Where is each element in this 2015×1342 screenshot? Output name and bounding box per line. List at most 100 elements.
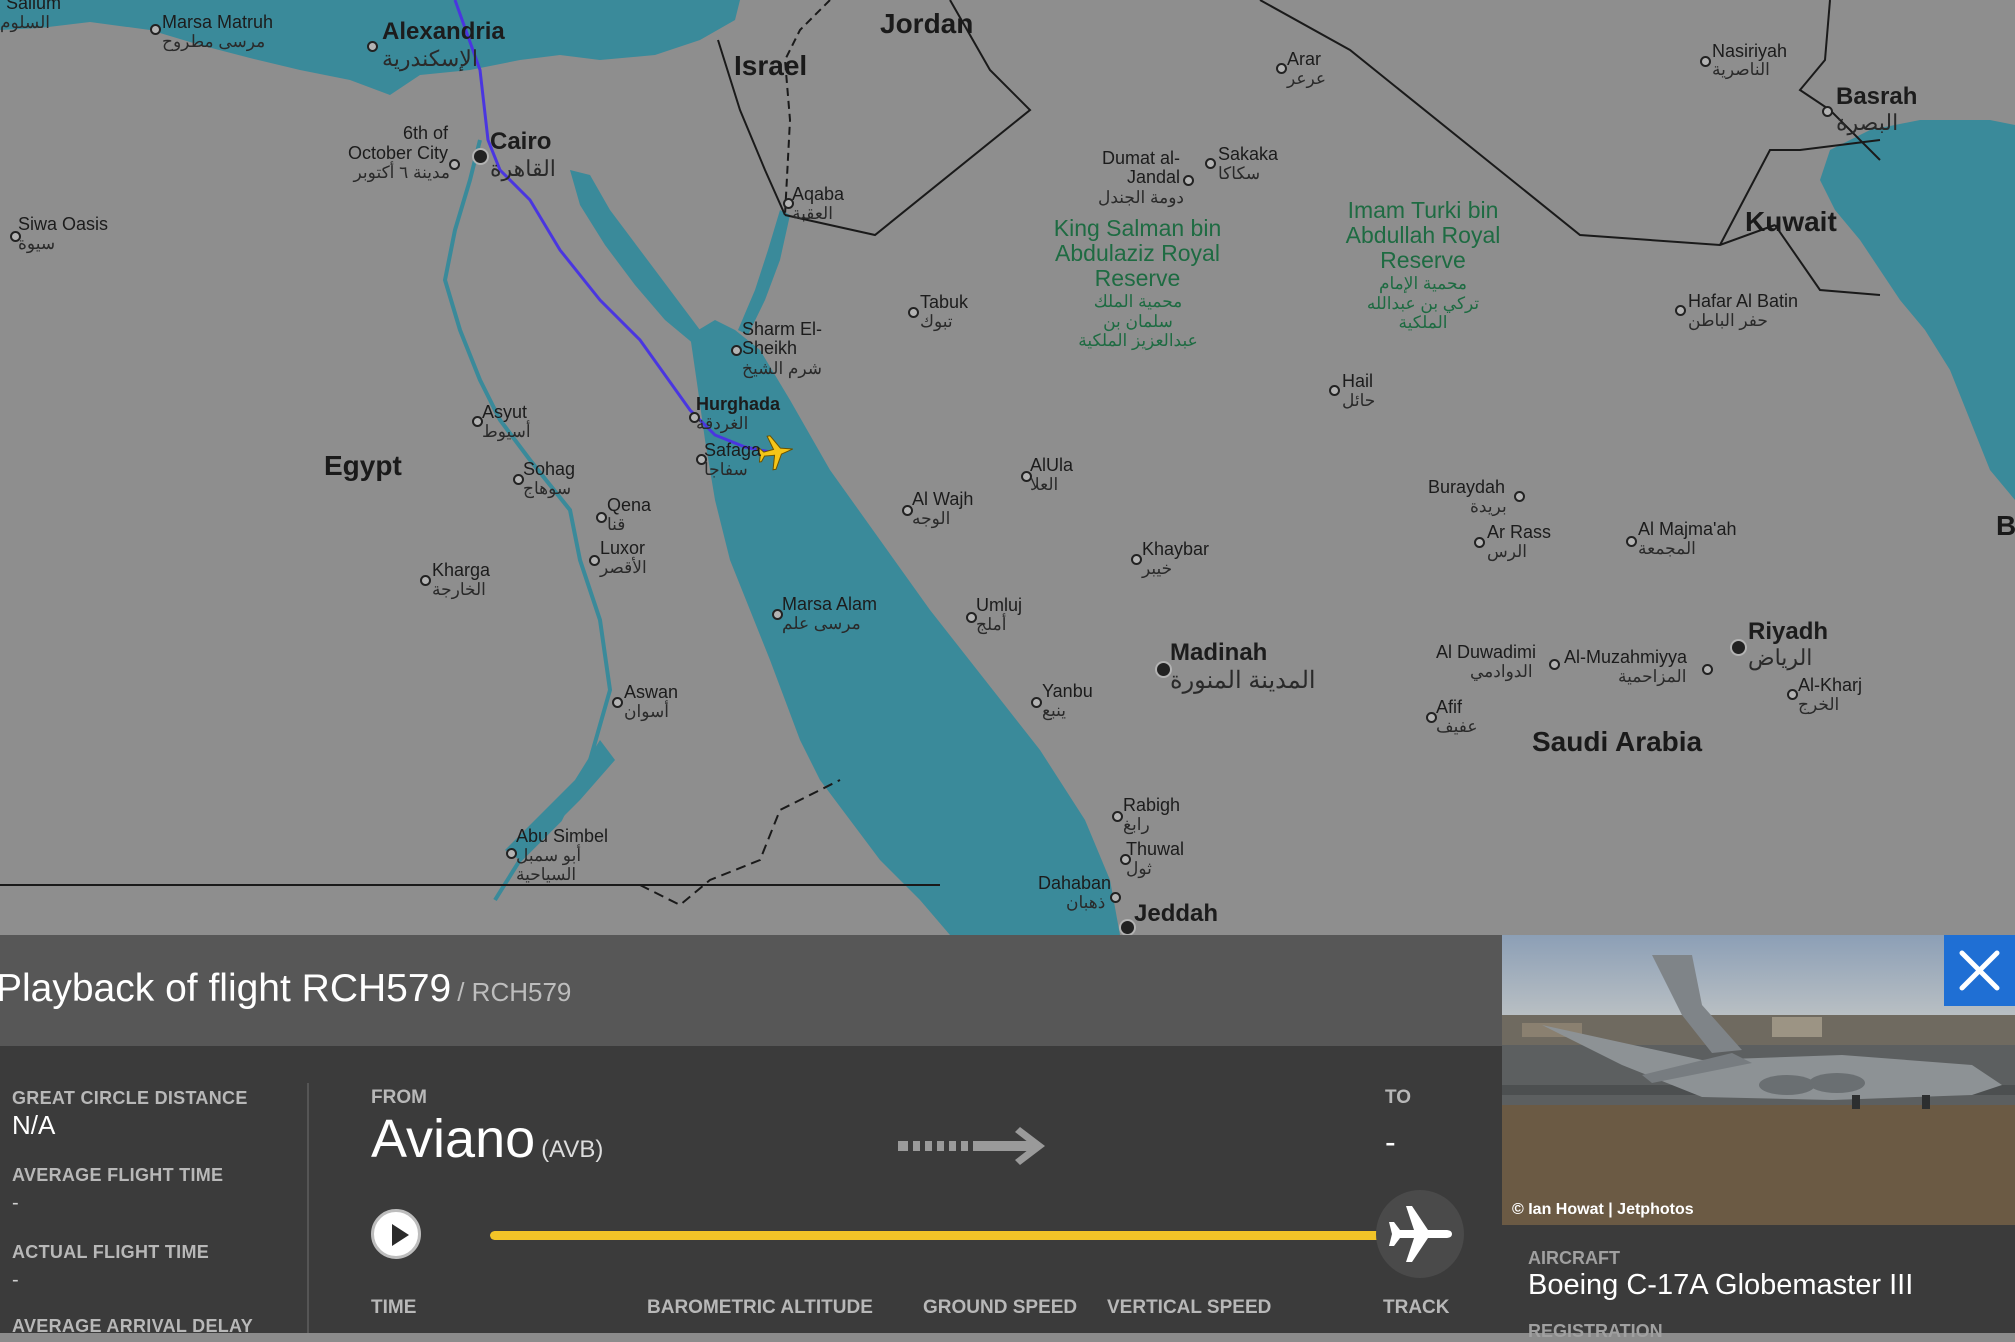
city-label: AlUla (1030, 455, 1074, 475)
registration-label: REGISTRATION (1528, 1321, 1663, 1341)
reserve-label-ar: محمية الملك سلمان بن عبدالعزيز الملكية (1078, 292, 1198, 351)
city-label: Siwa Oasis (18, 214, 109, 234)
city-dot (596, 512, 607, 523)
aircraft-label: AIRCRAFT (1528, 1248, 1620, 1268)
city-label: Al Wajh (912, 489, 974, 509)
close-button[interactable] (1944, 935, 2015, 1006)
city-label: Luxor (600, 538, 646, 558)
city-dot (1822, 106, 1833, 117)
city-dot (1549, 659, 1560, 670)
destination-value: - (1385, 1124, 1396, 1160)
city-label: Sharm El-Sheikh (742, 319, 823, 358)
city-dot (1514, 491, 1525, 502)
city-label-ar: الخرج (1798, 695, 1840, 714)
city-label-ar: قنا (607, 515, 626, 534)
city-label: Aswan (624, 682, 679, 702)
country-label-jordan: Jordan (880, 8, 974, 39)
city-label: Al Duwadimi (1436, 642, 1537, 662)
city-label-ar: العقبة (792, 204, 833, 223)
aircraft-photo[interactable] (1502, 935, 2015, 1225)
airplane-icon (1389, 1206, 1452, 1262)
city-dot (1700, 56, 1711, 67)
stat-value-distance: N/A (12, 1110, 56, 1140)
city-label: Nasiriyah (1712, 41, 1788, 61)
playback-progress-fill (490, 1231, 1393, 1240)
city-label: Tabuk (920, 292, 969, 312)
reserve-label-ar: محمية الإمام تركي بن عبدالله الملكية (1366, 274, 1480, 333)
city-dot (1121, 921, 1134, 934)
city-dot (612, 697, 623, 708)
close-icon (1959, 950, 2000, 991)
city-label: Yanbu (1042, 681, 1093, 701)
city-label: Asyut (482, 402, 528, 422)
city-label: Jeddah (1134, 900, 1219, 927)
city-label-ar: المدينة المنورة (1170, 667, 1316, 694)
city-label: Hail (1342, 371, 1374, 391)
city-label: Riyadh (1748, 618, 1829, 645)
panel-header: Playback of flight RCH579/ RCH579 (0, 935, 1502, 1046)
country-label-kuwait: Kuwait (1745, 206, 1837, 237)
playback-slider-handle[interactable] (1376, 1190, 1464, 1278)
flight-info-panel: Playback of flight RCH579/ RCH579 (0, 935, 1502, 1333)
city-label: Basrah (1836, 83, 1918, 110)
city-label-ar: دومة الجندل (1098, 188, 1185, 207)
city-label-ar: مرسى علم (782, 614, 861, 633)
city-label-ar: الدوادمي (1470, 662, 1533, 681)
city-dot (449, 159, 460, 170)
city-label-ar: الرياض (1748, 645, 1813, 670)
city-label-ar: سفاجا (704, 460, 748, 479)
city-label-ar: أملج (976, 615, 1007, 634)
photo-credit[interactable]: © Ian Howat | Jetphotos (1512, 1201, 1694, 1219)
city-dot (589, 555, 600, 566)
city-label: Abu Simbel (516, 826, 609, 846)
city-label-ar: أسوان (624, 702, 669, 721)
city-label-ar: القاهرة (490, 156, 556, 181)
city-label-ar: سكاكا (1218, 164, 1261, 183)
city-dot (1474, 537, 1485, 548)
column-vertical-speed: VERTICAL SPEED (1107, 1297, 1272, 1318)
city-dot (1031, 697, 1042, 708)
city-dot (1276, 63, 1287, 74)
city-label: Hafar Al Batin (1688, 291, 1799, 311)
city-label-ar: حائل (1342, 391, 1376, 410)
stat-label-arrival-delay: AVERAGE ARRIVAL DELAY (12, 1316, 254, 1336)
origin-city[interactable]: Aviano (371, 1109, 535, 1169)
city-label: Buraydah (1428, 477, 1506, 497)
city-dot (1329, 385, 1340, 396)
city-label-ar: ينبع (1042, 701, 1067, 720)
flight-map[interactable]: Egypt Jordan Israel Saudi Arabia Kuwait … (0, 0, 2015, 935)
country-label-israel: Israel (734, 50, 808, 81)
city-label-ar: السلوم (0, 13, 51, 32)
city-label-ar: مرسى مطروح (162, 32, 266, 51)
origin-airport[interactable]: Aviano (AVB) (371, 1108, 603, 1170)
city-label: Sakaka (1218, 144, 1279, 164)
city-dot (908, 307, 919, 318)
city-dot (1702, 664, 1713, 675)
play-button[interactable] (371, 1209, 421, 1259)
reserve-label: King Salman bin Abdulaziz Royal Reserve (1053, 215, 1222, 291)
stat-value-avg-time: - (12, 1192, 19, 1214)
country-label-egypt: Egypt (324, 450, 402, 481)
city-label-ar: خيبر (1142, 559, 1173, 578)
capital-dot (474, 150, 487, 163)
map-canvas[interactable] (0, 0, 2015, 935)
city-label: Qena (607, 495, 652, 515)
city-label: Sohag (523, 459, 576, 479)
direction-arrow-icon (898, 1127, 1045, 1165)
city-label: Al-Muzahmiyya (1564, 647, 1688, 667)
playback-slider[interactable] (490, 1231, 1420, 1240)
city-label-ar: أسيوط (482, 422, 531, 441)
city-label: Marsa Alam (782, 594, 878, 614)
stat-label-actual-time: ACTUAL FLIGHT TIME (12, 1242, 210, 1262)
city-label-ar: المجمعة (1638, 539, 1696, 558)
city-label: Thuwal (1126, 839, 1185, 859)
city-label-ar: الغردقة (696, 414, 749, 433)
origin-code: (AVB) (541, 1136, 604, 1163)
city-label: Alexandria (382, 18, 505, 45)
city-label: Cairo (490, 128, 552, 155)
city-label: Marsa Matruh (162, 12, 274, 32)
flight-callsign: / RCH579 (457, 977, 572, 1007)
city-label-ar: الناصرية (1712, 60, 1770, 79)
city-label-ar: سيوة (18, 234, 56, 253)
city-dot (367, 41, 378, 52)
